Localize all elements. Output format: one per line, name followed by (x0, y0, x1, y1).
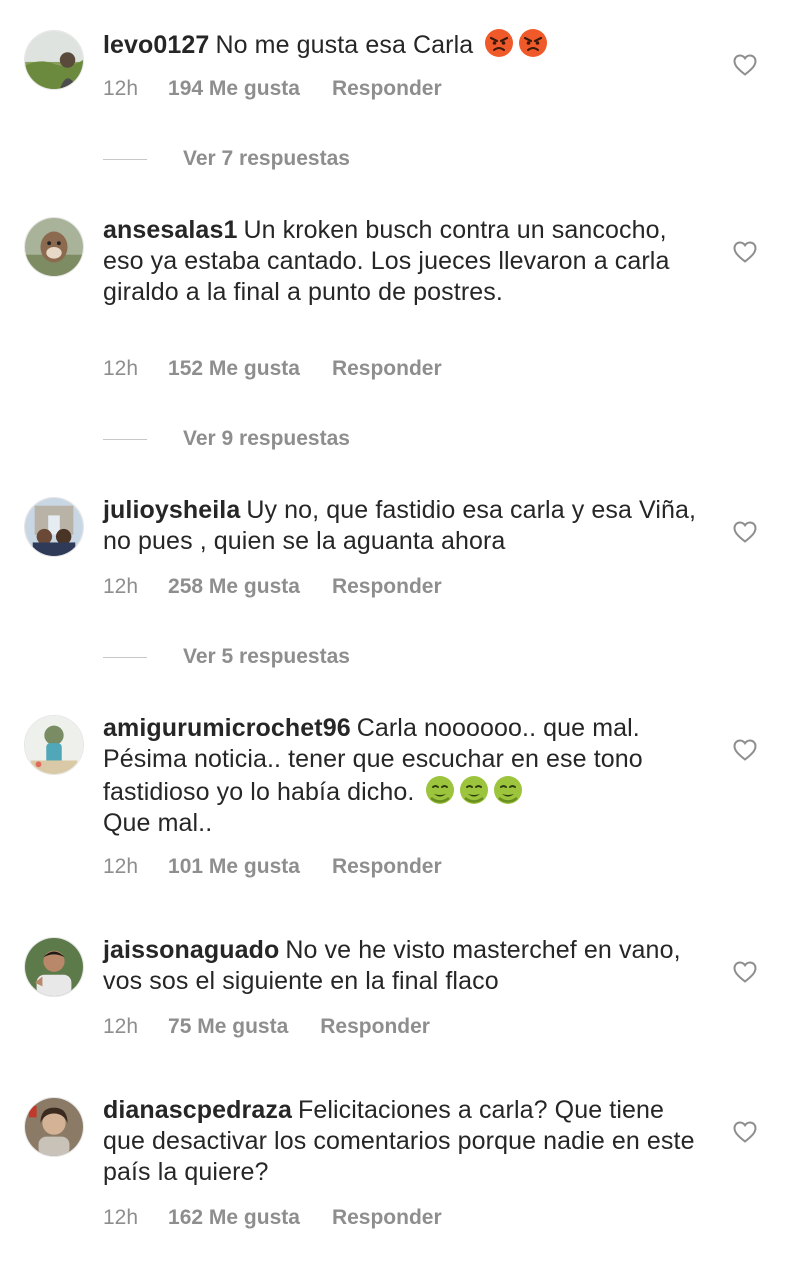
comment-text: amigurumicrochet96 Carla noooooo.. que ma… (103, 713, 703, 839)
comment-meta: 12h 75 Me gusta Responder (103, 1015, 430, 1039)
comment-meta: 12h 101 Me gusta Responder (103, 855, 442, 879)
comment-meta: 12h 152 Me gusta Responder (103, 357, 442, 381)
view-replies-button[interactable]: Ver 9 respuestas (103, 424, 350, 454)
comment-text: levo0127 No me gusta esa Carla (103, 28, 703, 61)
replies-divider (103, 656, 147, 658)
view-replies-label: Ver 9 respuestas (183, 427, 350, 450)
comment-text: julioysheila Uy no, que fastidio esa carl… (103, 495, 703, 557)
likes-count[interactable]: 162 Me gusta (168, 1206, 300, 1230)
timestamp: 12h (103, 1206, 139, 1229)
heart-outline-icon[interactable] (733, 521, 757, 543)
timestamp: 12h (103, 357, 139, 380)
view-replies-label: Ver 5 respuestas (183, 645, 350, 668)
reply-button[interactable]: Responder (332, 855, 442, 879)
reply-button[interactable]: Responder (332, 575, 442, 599)
avatar[interactable] (24, 30, 84, 90)
view-replies-label: Ver 7 respuestas (183, 147, 350, 170)
likes-count[interactable]: 75 Me gusta (168, 1015, 288, 1039)
username[interactable]: amigurumicrochet96 (103, 714, 351, 742)
heart-outline-icon[interactable] (733, 961, 757, 983)
heart-outline-icon[interactable] (733, 54, 757, 76)
timestamp: 12h (103, 1015, 139, 1038)
reply-button[interactable]: Responder (332, 357, 442, 381)
replies-divider (103, 158, 147, 160)
avatar-photo (25, 498, 83, 556)
avatar[interactable] (24, 1097, 84, 1157)
comment-body: No me gusta esa Carla (215, 31, 474, 59)
view-replies-button[interactable]: Ver 5 respuestas (103, 642, 350, 672)
username[interactable]: ansesalas1 (103, 216, 237, 244)
timestamp: 12h (103, 575, 139, 598)
nauseated-face-emoji (426, 776, 455, 804)
avatar-photo (25, 938, 83, 996)
username[interactable]: dianascpedraza (103, 1096, 292, 1124)
timestamp: 12h (103, 855, 139, 878)
timestamp: 12h (103, 77, 139, 100)
avatar-photo (25, 1098, 83, 1156)
comment-body-continuation: Que mal.. (103, 809, 213, 837)
avatar-photo (25, 31, 83, 89)
replies-divider (103, 438, 147, 440)
avatar-photo (25, 218, 83, 276)
angry-face-emoji (485, 29, 514, 57)
view-replies-button[interactable]: Ver 7 respuestas (103, 144, 350, 174)
comment-meta: 12h 162 Me gusta Responder (103, 1206, 442, 1230)
username[interactable]: jaissonaguado (103, 936, 279, 964)
likes-count[interactable]: 194 Me gusta (168, 77, 300, 101)
comment-text: dianascpedraza Felicitaciones a carla? Qu… (103, 1095, 703, 1188)
nauseated-face-emoji (494, 776, 523, 804)
avatar[interactable] (24, 217, 84, 277)
nauseated-face-emoji (460, 776, 489, 804)
likes-count[interactable]: 152 Me gusta (168, 357, 300, 381)
avatar[interactable] (24, 715, 84, 775)
heart-outline-icon[interactable] (733, 1121, 757, 1143)
heart-outline-icon[interactable] (733, 241, 757, 263)
avatar[interactable] (24, 497, 84, 557)
heart-outline-icon[interactable] (733, 739, 757, 761)
comment-meta: 12h 194 Me gusta Responder (103, 77, 442, 101)
avatar-photo (25, 716, 83, 774)
reply-button[interactable]: Responder (320, 1015, 430, 1039)
avatar[interactable] (24, 937, 84, 997)
reply-button[interactable]: Responder (332, 1206, 442, 1230)
comment-text: jaissonaguado No ve he visto masterchef e… (103, 935, 703, 997)
username[interactable]: levo0127 (103, 31, 209, 59)
likes-count[interactable]: 258 Me gusta (168, 575, 300, 599)
angry-face-emoji (519, 29, 548, 57)
username[interactable]: julioysheila (103, 496, 240, 524)
likes-count[interactable]: 101 Me gusta (168, 855, 300, 879)
comment-text: ansesalas1 Un kroken busch contra un sanc… (103, 215, 703, 308)
reply-button[interactable]: Responder (332, 77, 442, 101)
comment-meta: 12h 258 Me gusta Responder (103, 575, 442, 599)
